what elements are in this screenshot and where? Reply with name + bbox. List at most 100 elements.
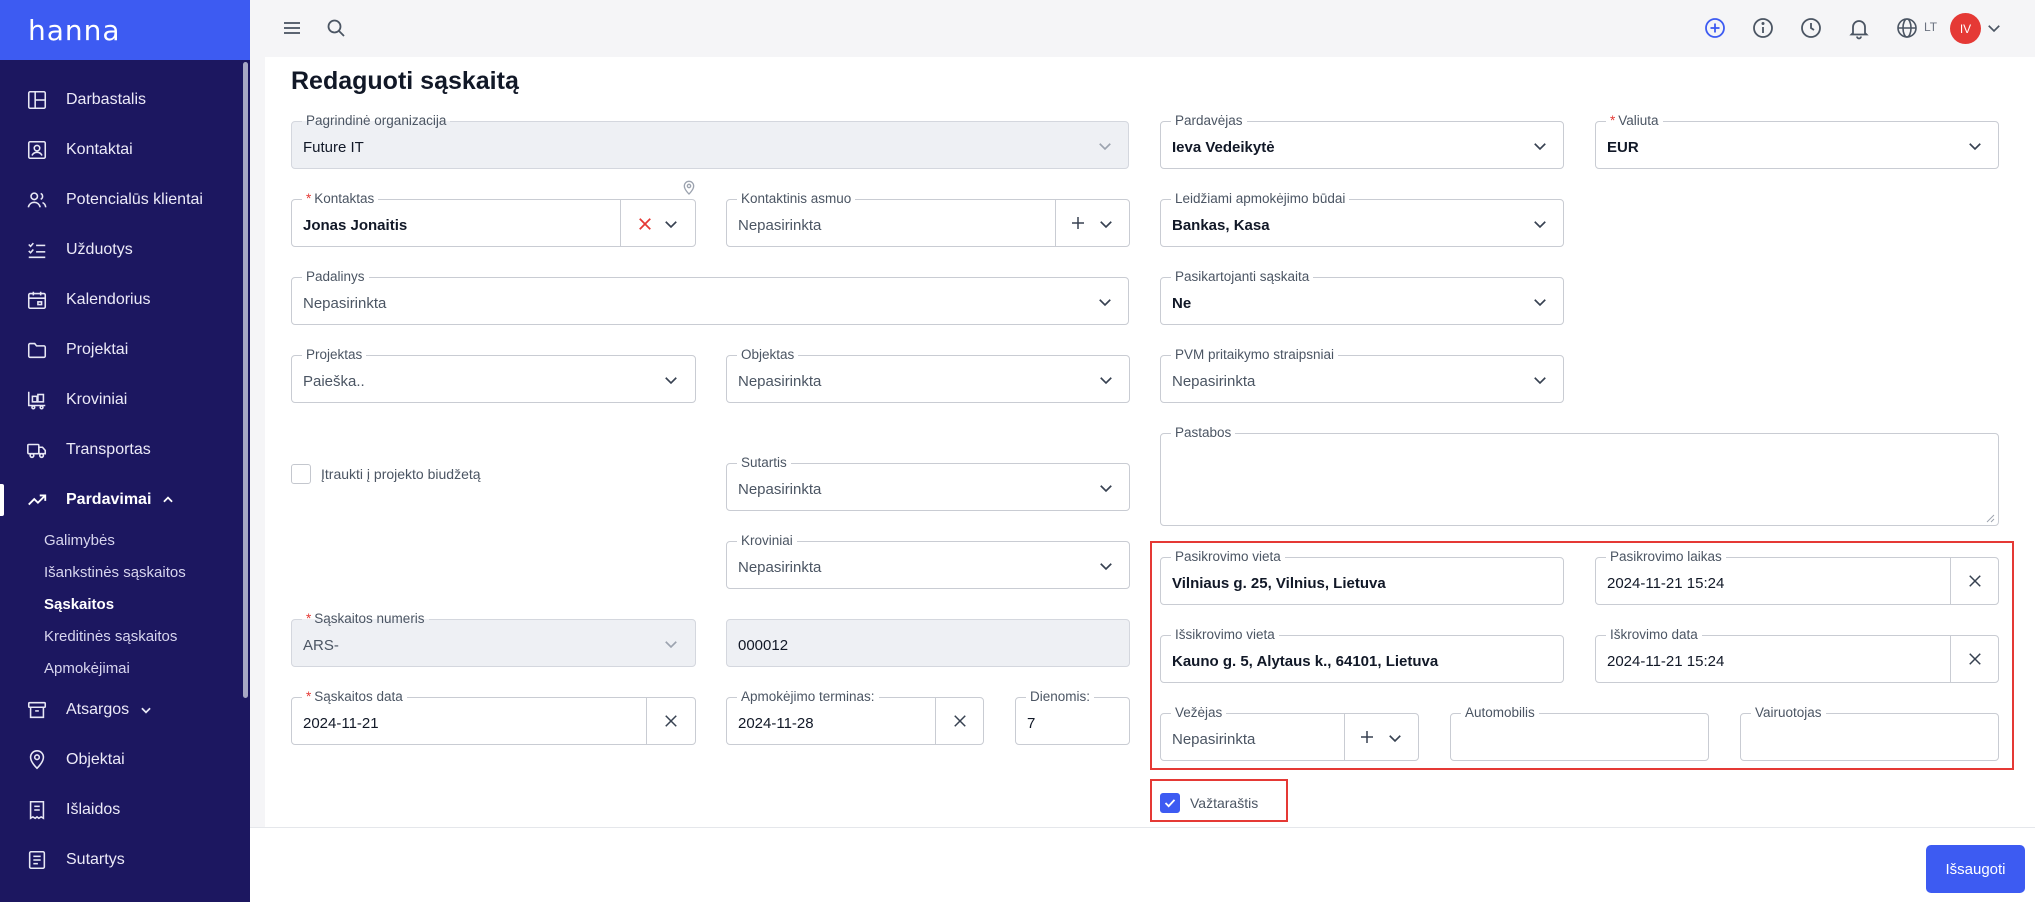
avatar[interactable]: IV [1950, 13, 1981, 44]
days-input[interactable]: Dienomis: 7 [1015, 689, 1130, 745]
chevron-up-icon[interactable] [161, 493, 175, 507]
divider [1055, 200, 1056, 246]
sidebar-item-contracts[interactable]: Sutartys [0, 840, 245, 880]
close-icon[interactable] [951, 712, 969, 730]
project-select[interactable]: Projektas Paieška.. [291, 347, 696, 403]
invoice-series-select[interactable]: * Sąskaitos numeris ARS- [291, 611, 696, 667]
clear-icon[interactable] [636, 215, 654, 233]
field-label: Automobilis [1461, 705, 1539, 721]
include-budget-checkbox[interactable] [291, 464, 311, 484]
sidebar-item-inventory[interactable]: Atsargos [0, 690, 245, 730]
info-icon[interactable] [1751, 16, 1775, 40]
seller-select[interactable]: Pardavėjas Ieva Vedeikytė [1160, 113, 1564, 169]
loading-place-input[interactable]: Pasikrovimo vieta Vilniaus g. 25, Vilniu… [1160, 549, 1564, 605]
sidebar-item-calendar[interactable]: Kalendorius [0, 280, 245, 320]
field-value: Vilniaus g. 25, Vilnius, Lietuva [1172, 575, 1386, 592]
sidebar-item-cargo[interactable]: Kroviniai [0, 380, 245, 420]
sidebar-subitem-credit-invoices[interactable]: Kreditinės sąskaitos [44, 628, 177, 645]
sidebar-item-objects[interactable]: Objektai [0, 740, 245, 780]
chevron-down-icon[interactable] [1096, 137, 1114, 155]
sidebar-subitem-opportunities[interactable]: Galimybės [44, 532, 115, 549]
chevron-down-icon[interactable] [139, 703, 153, 717]
contact-person-select[interactable]: Kontaktinis asmuo Nepasirinkta [726, 191, 1130, 247]
chevron-down-icon[interactable] [662, 635, 680, 653]
location-pin-icon[interactable] [681, 180, 697, 196]
contract-select[interactable]: Sutartis Nepasirinkta [726, 455, 1130, 511]
chevron-down-icon[interactable] [1531, 293, 1549, 311]
chevron-down-icon[interactable] [1985, 19, 2003, 37]
payment-methods-select[interactable]: Leidžiami apmokėjimo būdai Bankas, Kasa [1160, 191, 1564, 247]
unloading-place-input[interactable]: Išsikrovimo vieta Kauno g. 5, Alytaus k.… [1160, 627, 1564, 683]
chevron-down-icon[interactable] [1531, 215, 1549, 233]
sidebar-item-contacts[interactable]: Kontaktai [0, 130, 245, 170]
chevron-down-icon[interactable] [1097, 557, 1115, 575]
chevron-down-icon[interactable] [1097, 371, 1115, 389]
sidebar-item-transport[interactable]: Transportas [0, 430, 245, 470]
sidebar-subitem-payments[interactable]: Apmokėjimai [44, 660, 130, 677]
sidebar-item-leads[interactable]: Potencialūs klientai [0, 180, 245, 220]
folder-icon [27, 342, 47, 359]
unloading-date-picker[interactable]: Iškrovimo data 2024-11-21 15:24 [1595, 627, 1999, 683]
menu-icon[interactable] [280, 16, 304, 40]
chevron-down-icon[interactable] [662, 215, 680, 233]
language-label[interactable]: LT [1924, 20, 1937, 34]
save-button[interactable]: Išsaugoti [1926, 845, 2025, 893]
object-select[interactable]: Objektas Nepasirinkta [726, 347, 1130, 403]
sidebar-item-label: Kalendorius [66, 291, 151, 308]
chevron-down-icon[interactable] [1386, 729, 1404, 747]
plus-icon[interactable] [1358, 728, 1376, 746]
cargo-icon [27, 391, 46, 410]
chevron-down-icon[interactable] [1097, 479, 1115, 497]
field-label: PVM pritaikymo straipsniai [1171, 347, 1339, 363]
sidebar-item-sales[interactable]: Pardavimai [0, 480, 245, 520]
payment-term-picker[interactable]: Apmokėjimo terminas: 2024-11-28 [726, 689, 984, 745]
chevron-down-icon[interactable] [662, 371, 680, 389]
plus-icon[interactable] [1069, 214, 1087, 232]
recurring-invoice-select[interactable]: Pasikartojanti sąskaita Ne [1160, 269, 1564, 325]
footer-bar [250, 827, 2035, 902]
invoice-date-picker[interactable]: * Sąskaitos data 2024-11-21 [291, 689, 696, 745]
resize-handle-icon[interactable] [1985, 513, 1995, 523]
driver-input[interactable]: Vairuotojas [1740, 705, 1999, 761]
search-icon[interactable] [324, 16, 348, 40]
sidebar-item-label: Objektai [66, 751, 125, 768]
globe-icon[interactable] [1895, 16, 1919, 40]
app-logo[interactable]: hanna [28, 14, 121, 47]
chevron-down-icon[interactable] [1531, 137, 1549, 155]
sidebar-subitem-proforma-invoices[interactable]: Išankstinės sąskaitos [44, 564, 186, 581]
sales-trend-icon [28, 494, 47, 506]
truck-icon [27, 443, 47, 459]
currency-select[interactable]: * Valiuta EUR [1595, 113, 1999, 169]
loading-time-picker[interactable]: Pasikrovimo laikas 2024-11-21 15:24 [1595, 549, 1999, 605]
field-label: Apmokėjimo terminas: [737, 689, 879, 705]
add-circle-icon[interactable] [1703, 16, 1727, 40]
vehicle-input[interactable]: Automobilis [1450, 705, 1709, 761]
chevron-down-icon[interactable] [1097, 215, 1115, 233]
close-icon[interactable] [662, 712, 680, 730]
close-icon[interactable] [1966, 650, 1984, 668]
vat-articles-select[interactable]: PVM pritaikymo straipsniai Nepasirinkta [1160, 347, 1564, 403]
parent-organization-select[interactable]: Pagrindinė organizacija Future IT [291, 113, 1129, 169]
contact-select[interactable]: * Kontaktas Jonas Jonaitis [291, 191, 696, 247]
sidebar-item-projects[interactable]: Projektai [0, 330, 245, 370]
close-icon[interactable] [1966, 572, 1984, 590]
bell-icon[interactable] [1847, 16, 1871, 40]
chevron-down-icon[interactable] [1096, 293, 1114, 311]
carrier-select[interactable]: Vežėjas Nepasirinkta [1160, 705, 1419, 761]
waybill-label: Važtaraštis [1190, 795, 1259, 811]
field-value: Nepasirinkta [1172, 373, 1256, 390]
cargo-select[interactable]: Kroviniai Nepasirinkta [726, 533, 1130, 589]
sidebar-item-dashboard[interactable]: Darbastalis [0, 80, 245, 120]
history-clock-icon[interactable] [1799, 16, 1823, 40]
sidebar-subitem-invoices[interactable]: Sąskaitos [44, 596, 114, 613]
field-value: 2024-11-28 [738, 715, 814, 732]
chevron-down-icon[interactable] [1531, 371, 1549, 389]
chevron-down-icon[interactable] [1966, 137, 1984, 155]
sidebar-item-expenses[interactable]: Išlaidos [0, 790, 245, 830]
waybill-checkbox[interactable] [1160, 793, 1180, 813]
sidebar-item-tasks[interactable]: Užduotys [0, 230, 245, 270]
division-select[interactable]: Padalinys Nepasirinkta [291, 269, 1129, 325]
notes-textarea[interactable]: Pastabos [1160, 425, 1999, 526]
divider [1950, 636, 1951, 682]
invoice-number-input[interactable]: 000012 [726, 619, 1130, 667]
